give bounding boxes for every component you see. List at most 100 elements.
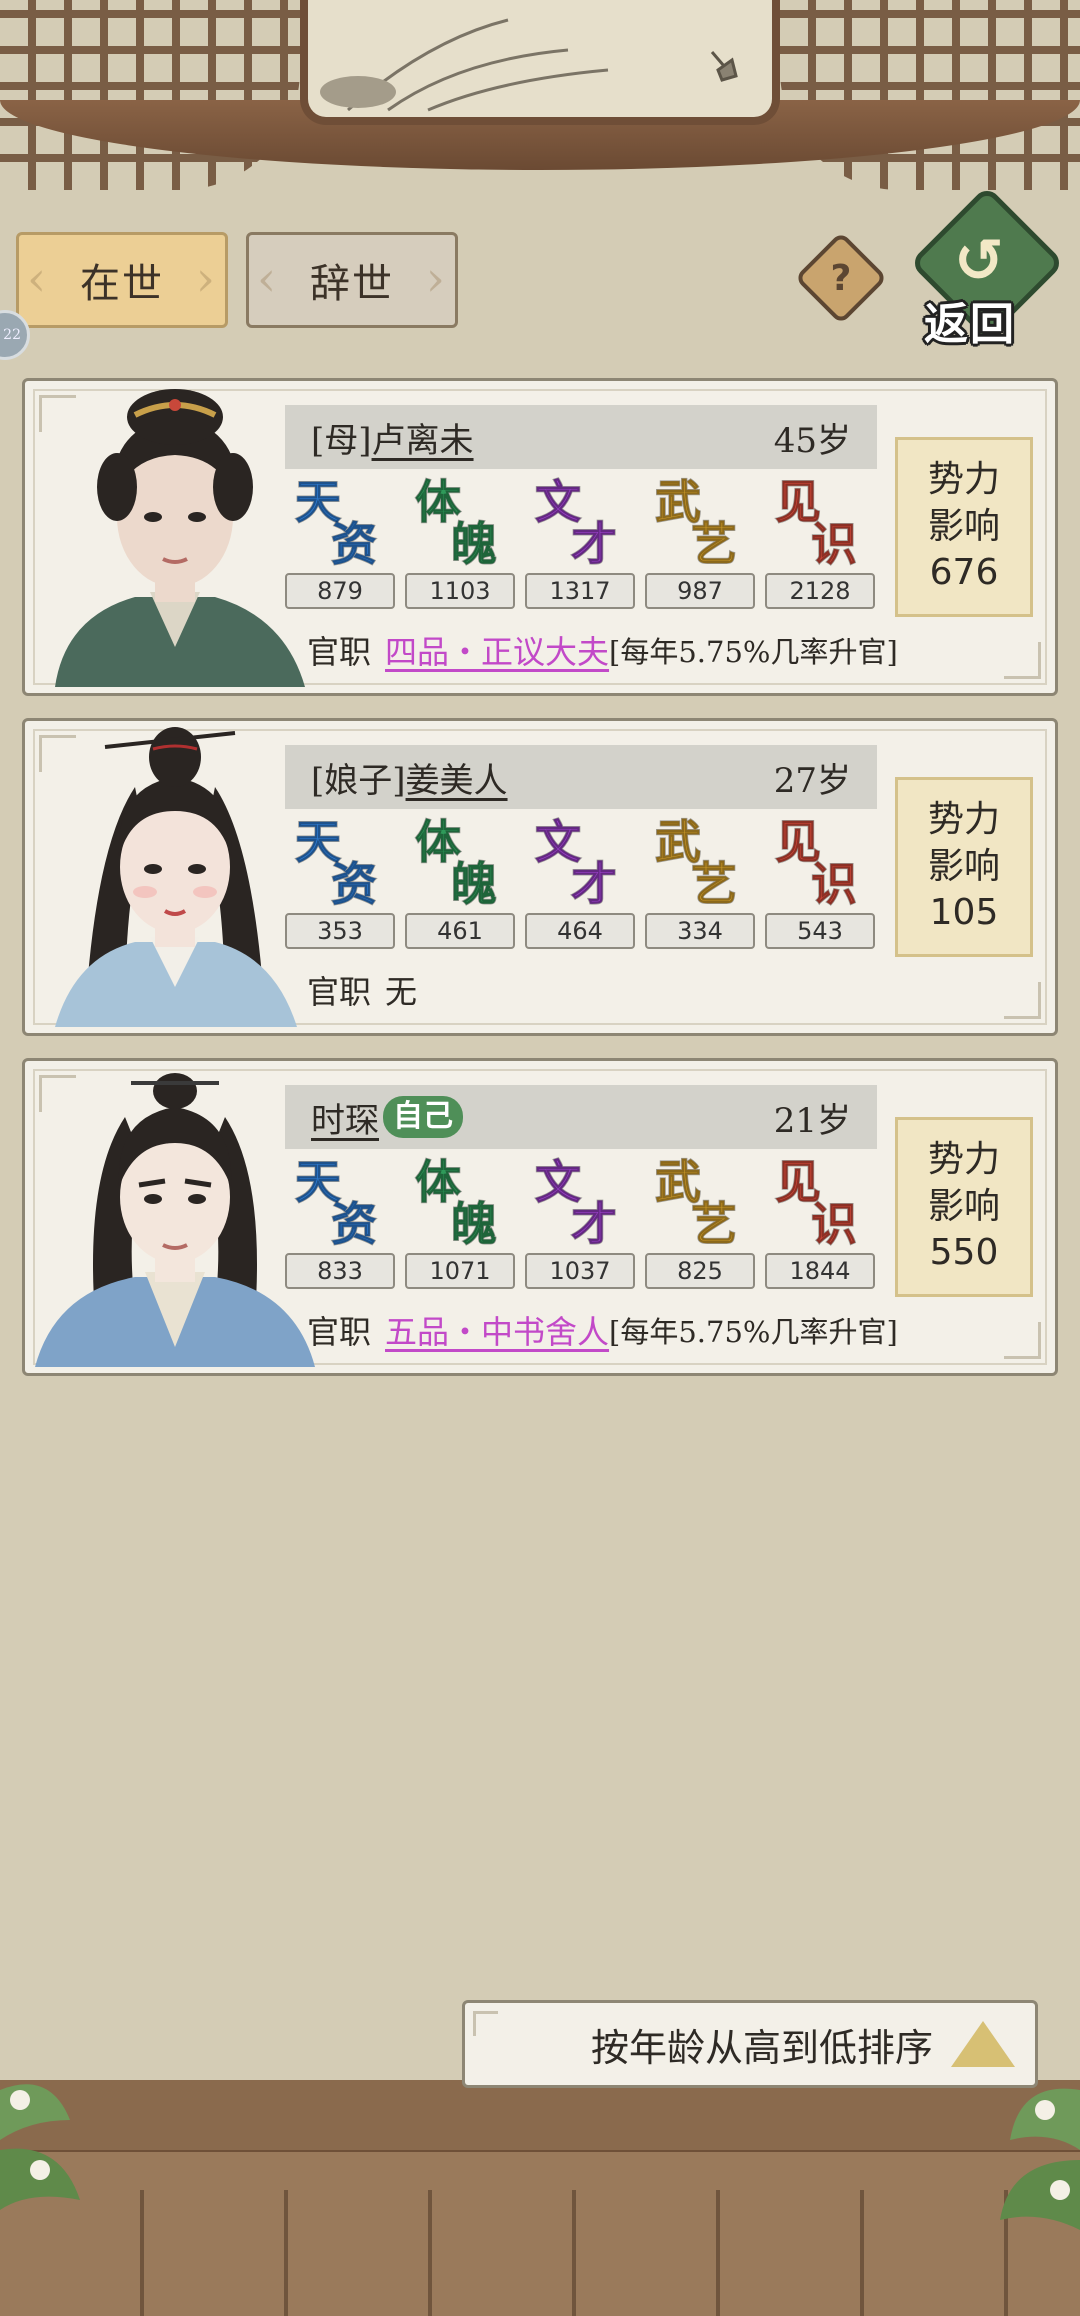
relation-label: [娘子] <box>311 760 406 801</box>
stat-talent: 天资 833 <box>283 1157 397 1289</box>
stat-martial: 武艺 825 <box>643 1157 757 1289</box>
chevron-right-icon: › <box>195 251 217 307</box>
sort-button-label: 按年龄从高到低排序 <box>590 2025 933 2070</box>
influence-label: 势力 <box>927 798 1000 840</box>
promotion-chance: [每年5.75%几率升官] <box>609 635 898 669</box>
sort-by-age-button[interactable]: 按年龄从高到低排序 <box>462 2000 1038 2088</box>
top-decoration <box>0 0 1080 230</box>
member-name-link[interactable]: 卢离未 <box>372 413 474 462</box>
stat-name-char: 识 <box>810 1197 858 1251</box>
stat-literary: 文才 464 <box>523 817 637 949</box>
tab-deceased[interactable]: ‹ 辞世 › <box>246 232 458 328</box>
member-name-link[interactable]: 姜美人 <box>406 753 508 802</box>
stat-value: 353 <box>285 913 395 949</box>
stat-value: 987 <box>645 573 755 609</box>
stat-martial: 武艺 987 <box>643 477 757 609</box>
window-lattice-left <box>0 0 300 190</box>
triangle-up-icon <box>951 2021 1015 2067</box>
stat-value: 825 <box>645 1253 755 1289</box>
influence-value: 676 <box>929 552 999 594</box>
window-lattice-right <box>780 0 1080 190</box>
stat-value: 1103 <box>405 573 515 609</box>
stat-talent: 天资 353 <box>283 817 397 949</box>
stat-name-char: 资 <box>330 1197 378 1251</box>
return-label: 返回 <box>924 299 1016 350</box>
portrait-self <box>35 1073 315 1367</box>
office-row: 官职 四品・正议大夫 [每年5.75%几率升官] <box>307 627 898 673</box>
member-age: 45岁 <box>773 420 851 461</box>
tab-alive[interactable]: ‹ 在世 › <box>16 232 228 328</box>
office-rank-link[interactable]: 五品・中书舍人 <box>385 1307 609 1353</box>
member-card[interactable]: 时琛 自己 21岁 天资 833 体魄 1071 文才 1037 武艺 825 见识 18… <box>22 1058 1058 1376</box>
stat-physique: 体魄 1103 <box>403 477 517 609</box>
tab-alive-label: 在世 <box>80 261 164 307</box>
chevron-left-icon: ‹ <box>27 251 49 307</box>
influence-label: 势力 <box>927 458 1000 500</box>
stat-name-char: 魄 <box>450 517 498 571</box>
office-row: 官职 无 <box>307 967 417 1013</box>
influence-label: 影响 <box>927 1185 1000 1227</box>
return-button[interactable]: ↺ 返回 <box>909 185 1065 350</box>
stat-physique: 体魄 461 <box>403 817 517 949</box>
stat-name-char: 识 <box>810 857 858 911</box>
influence-value: 105 <box>929 892 999 934</box>
stats-row: 天资 353 体魄 461 文才 464 武艺 334 见识 543 <box>283 817 883 957</box>
corner-ornament <box>473 2011 498 2036</box>
member-age: 21岁 <box>773 1100 851 1141</box>
stat-value: 1037 <box>525 1253 635 1289</box>
stat-value: 1317 <box>525 573 635 609</box>
stat-knowledge: 见识 543 <box>763 817 877 949</box>
stat-knowledge: 见识 1844 <box>763 1157 877 1289</box>
relation-label: [母] <box>311 420 372 461</box>
stat-talent: 天资 879 <box>283 477 397 609</box>
stat-value: 543 <box>765 913 875 949</box>
member-name-link[interactable]: 时琛 <box>311 1093 379 1142</box>
stat-name-char: 艺 <box>690 517 738 571</box>
chevron-right-icon: › <box>425 251 447 307</box>
office-label: 官职 <box>307 973 372 1011</box>
question-icon: ? <box>830 257 852 299</box>
promotion-chance: [每年5.75%几率升官] <box>609 1315 898 1349</box>
stat-name-char: 艺 <box>690 857 738 911</box>
stat-name-char: 魄 <box>450 1197 498 1251</box>
chevron-left-icon: ‹ <box>257 251 279 307</box>
stat-name-char: 才 <box>570 1197 618 1251</box>
influence-label: 影响 <box>927 845 1000 887</box>
stats-row: 天资 879 体魄 1103 文才 1317 武艺 987 见识 2128 <box>283 477 883 617</box>
influence-box: 势力 影响 676 <box>895 437 1033 617</box>
stat-name-char: 才 <box>570 857 618 911</box>
return-arrow-icon: ↺ <box>954 226 1005 296</box>
stat-name-char: 才 <box>570 517 618 571</box>
ink-painting <box>300 0 780 125</box>
office-label: 官职 <box>307 633 372 671</box>
influence-box: 势力 影响 105 <box>895 777 1033 957</box>
stat-literary: 文才 1317 <box>523 477 637 609</box>
stat-value: 464 <box>525 913 635 949</box>
self-badge: 自己 <box>383 1096 463 1138</box>
influence-label: 影响 <box>927 505 1000 547</box>
stat-name-char: 识 <box>810 517 858 571</box>
corner-ornament <box>1004 982 1041 1019</box>
influence-label: 势力 <box>927 1138 1000 1180</box>
flower-plant-left <box>0 2084 80 2210</box>
influence-value: 550 <box>929 1232 999 1274</box>
stat-value: 461 <box>405 913 515 949</box>
portrait-mother <box>55 389 305 687</box>
help-button[interactable]: ? <box>794 231 888 325</box>
influence-box: 势力 影响 550 <box>895 1117 1033 1297</box>
office-rank-link[interactable]: 四品・正议大夫 <box>385 627 609 673</box>
stat-value: 879 <box>285 573 395 609</box>
name-bar: [娘子] 姜美人 27岁 <box>285 745 877 809</box>
stat-value: 2128 <box>765 573 875 609</box>
name-bar: 时琛 自己 21岁 <box>285 1085 877 1149</box>
member-card[interactable]: [母] 卢离未 45岁 天资 879 体魄 1103 文才 1317 武艺 987 见识… <box>22 378 1058 696</box>
member-card[interactable]: [娘子] 姜美人 27岁 天资 353 体魄 461 文才 464 武艺 334 见识5… <box>22 718 1058 1036</box>
tab-deceased-label: 辞世 <box>310 261 394 307</box>
corner-ornament <box>1004 642 1041 679</box>
office-row: 官职 五品・中书舍人 [每年5.75%几率升官] <box>307 1307 898 1353</box>
stat-martial: 武艺 334 <box>643 817 757 949</box>
stat-knowledge: 见识 2128 <box>763 477 877 609</box>
stat-value: 1071 <box>405 1253 515 1289</box>
stat-value: 334 <box>645 913 755 949</box>
stat-physique: 体魄 1071 <box>403 1157 517 1289</box>
